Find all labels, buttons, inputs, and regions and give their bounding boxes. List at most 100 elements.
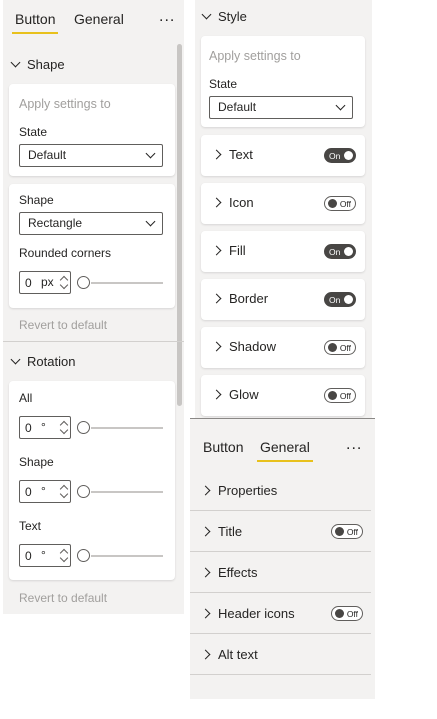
rounded-corners-slider-knob[interactable] (77, 276, 90, 289)
rotation-section-title: Rotation (27, 354, 76, 369)
rotation-shape-slider-knob[interactable] (77, 485, 90, 498)
rotation-text-slider-knob[interactable] (77, 549, 90, 562)
chevron-right-icon (211, 245, 222, 256)
chevron-right-icon (200, 485, 211, 496)
style-section-title: Style (218, 9, 247, 24)
revert-to-default-link[interactable]: Revert to default (19, 318, 107, 332)
fill-card-header[interactable]: Fill (211, 243, 246, 258)
fill-card-label: Fill (229, 243, 246, 258)
chevron-down-icon (201, 9, 212, 20)
rotation-shape-label: Shape (19, 455, 54, 469)
border-card-label: Border (229, 291, 269, 306)
more-options-icon[interactable]: ... (159, 8, 175, 26)
rotation-all-label: All (19, 391, 33, 405)
border-card[interactable]: Border On (201, 279, 365, 320)
divider (3, 341, 184, 342)
effects-label: Effects (218, 565, 258, 580)
shadow-card-label: Shadow (229, 339, 276, 354)
border-card-header[interactable]: Border (211, 291, 269, 306)
title-label: Title (218, 524, 243, 539)
header-icons-toggle[interactable]: Off (331, 606, 363, 621)
tab-general[interactable]: General (257, 439, 313, 462)
shape-section-header[interactable]: Shape (10, 57, 65, 72)
icon-card[interactable]: Icon Off (201, 183, 365, 224)
rotation-shape-slider-track[interactable] (91, 491, 163, 493)
state-label: State (209, 77, 238, 91)
shadow-toggle[interactable]: Off (324, 340, 356, 355)
effects-header[interactable]: Effects (200, 565, 258, 580)
alt-text-row[interactable]: Alt text (190, 634, 371, 675)
state-dropdown[interactable]: Default (209, 96, 353, 119)
rounded-corners-label: Rounded corners (19, 246, 112, 260)
chevron-down-icon (10, 354, 21, 365)
tab-button[interactable]: Button (203, 439, 243, 455)
rotation-card: All 0 ° Shape 0 ° Text 0 ° (9, 381, 175, 580)
title-row[interactable]: Title Off (190, 511, 371, 552)
state-dropdown-value: Default (218, 100, 257, 114)
fill-card[interactable]: Fill On (201, 231, 365, 272)
style-format-pane: Style Apply settings to State Default Te… (195, 0, 372, 418)
rotation-shape-input[interactable]: 0 ° (19, 480, 71, 503)
rotation-all-input[interactable]: 0 ° (19, 416, 71, 439)
style-section-header[interactable]: Style (201, 9, 247, 24)
state-dropdown[interactable]: Default (19, 144, 163, 167)
chevron-right-icon (200, 567, 211, 578)
text-card-header[interactable]: Text (211, 147, 253, 162)
rotation-section-header[interactable]: Rotation (10, 354, 76, 369)
title-toggle[interactable]: Off (331, 524, 363, 539)
tab-general[interactable]: General (74, 11, 124, 27)
properties-header[interactable]: Properties (200, 483, 277, 498)
text-toggle[interactable]: On (324, 148, 356, 163)
rounded-corners-slider-track[interactable] (91, 282, 163, 284)
header-icons-header[interactable]: Header icons (200, 606, 295, 621)
rotation-text-value: 0 (25, 549, 32, 563)
shape-section-title: Shape (27, 57, 65, 72)
chevron-right-icon (200, 608, 211, 619)
properties-row[interactable]: Properties (190, 470, 371, 511)
title-header[interactable]: Title (200, 524, 243, 539)
rounded-corners-value: 0 (25, 276, 32, 290)
rotation-shape-value: 0 (25, 485, 32, 499)
chevron-down-icon[interactable] (59, 280, 69, 290)
fill-toggle[interactable]: On (324, 244, 356, 259)
rotation-all-slider-knob[interactable] (77, 421, 90, 434)
scrollbar[interactable] (177, 44, 182, 406)
alt-text-header[interactable]: Alt text (200, 647, 258, 662)
rounded-corners-input[interactable]: 0 px (19, 271, 71, 294)
degree-unit: ° (41, 420, 46, 434)
chevron-right-icon (211, 389, 222, 400)
chevron-down-icon (335, 100, 346, 111)
alt-text-label: Alt text (218, 647, 258, 662)
header-icons-row[interactable]: Header icons Off (190, 593, 371, 634)
chevron-down-icon[interactable] (59, 553, 69, 563)
border-toggle[interactable]: On (324, 292, 356, 307)
state-label: State (19, 125, 48, 139)
pane-tabs: Button General ... (3, 0, 184, 40)
more-options-icon[interactable]: ... (346, 436, 362, 454)
text-card-label: Text (229, 147, 253, 162)
shadow-card-header[interactable]: Shadow (211, 339, 276, 354)
rounded-corners-unit: px (41, 275, 54, 289)
text-card[interactable]: Text On (201, 135, 365, 176)
glow-card-header[interactable]: Glow (211, 387, 259, 402)
chevron-down-icon[interactable] (59, 425, 69, 435)
chevron-down-icon (145, 148, 156, 159)
rotation-text-slider-track[interactable] (91, 555, 163, 557)
rotation-text-label: Text (19, 519, 42, 533)
shadow-card[interactable]: Shadow Off (201, 327, 365, 368)
glow-toggle[interactable]: Off (324, 388, 356, 403)
rotation-all-slider-track[interactable] (91, 427, 163, 429)
shape-dropdown[interactable]: Rectangle (19, 212, 163, 235)
icon-card-header[interactable]: Icon (211, 195, 254, 210)
tab-button[interactable]: Button (11, 11, 60, 34)
glow-card[interactable]: Glow Off (201, 375, 365, 416)
icon-toggle[interactable]: Off (324, 196, 356, 211)
rotation-text-input[interactable]: 0 ° (19, 544, 71, 567)
icon-card-label: Icon (229, 195, 254, 210)
degree-unit: ° (41, 548, 46, 562)
effects-row[interactable]: Effects (190, 552, 371, 593)
revert-to-default-link[interactable]: Revert to default (19, 591, 107, 605)
chevron-down-icon[interactable] (59, 489, 69, 499)
chevron-right-icon (211, 149, 222, 160)
chevron-down-icon (145, 216, 156, 227)
